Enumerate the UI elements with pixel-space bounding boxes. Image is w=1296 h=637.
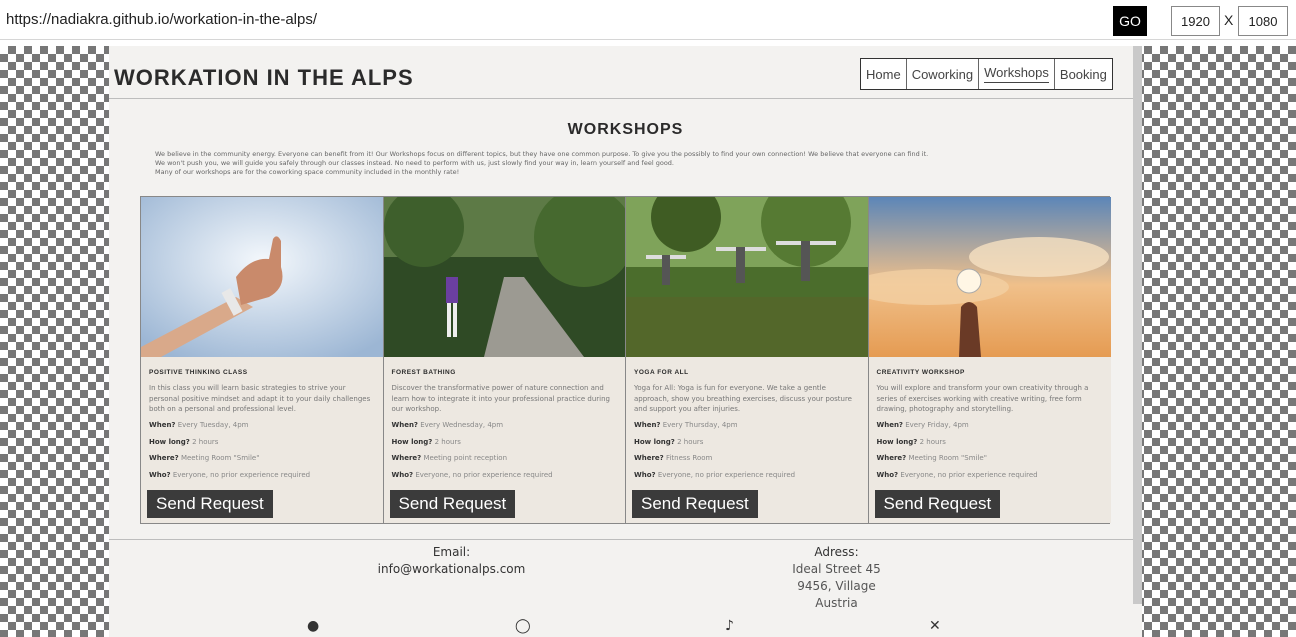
card-when: When? Every Wednesday, 4pm (391, 421, 504, 429)
card-who: Who? Everyone, no prior experience requi… (149, 470, 311, 479)
lightbulb-sky-photo (868, 197, 1111, 357)
card-howlong: How long? 2 hours (149, 437, 219, 446)
nav-coworking[interactable]: Coworking (907, 59, 980, 89)
card-title: CREATIVITY WORKSHOP (876, 369, 965, 376)
email-label: Email: (432, 545, 471, 559)
scrollbar[interactable] (1133, 46, 1142, 604)
nav-coworking-label: Coworking (911, 66, 974, 82)
workshop-card: CREATIVITY WORKSHOP You will explore and… (868, 197, 1111, 523)
send-request-button[interactable]: Send Request (632, 490, 758, 518)
site-header: WORKATION IN THE ALPS Home Coworking Wor… (109, 46, 1142, 99)
main-nav: Home Coworking Workshops Booking (860, 58, 1113, 90)
send-request-button[interactable]: Send Request (147, 490, 273, 518)
outdoor-yoga-photo (626, 197, 868, 357)
card-where: Where? Meeting point reception (391, 454, 508, 462)
nav-booking-label: Booking (1059, 66, 1107, 82)
card-description: Yoga for All: Yoga is fun for everyone. … (634, 384, 852, 413)
card-where: Where? Meeting Room "Smile" (876, 454, 987, 462)
card-who: Who? Everyone, no prior experience requi… (876, 470, 1038, 479)
card-description: Discover the transformative power of nat… (391, 384, 610, 413)
browser-toolbar: https://nadiakra.github.io/workation-in-… (0, 0, 1296, 40)
nav-booking[interactable]: Booking (1055, 59, 1112, 89)
thumbs-up-photo (141, 197, 383, 357)
url-field[interactable]: https://nadiakra.github.io/workation-in-… (6, 11, 317, 28)
card-when: When? Every Thursday, 4pm (634, 421, 738, 429)
nav-home[interactable]: Home (861, 59, 907, 89)
footer-address: Adress: Ideal Street 45 9456, Village Au… (749, 544, 924, 612)
email-link[interactable]: info@workationalps.com (329, 561, 574, 578)
site-footer: Email: info@workationalps.com Adress: Id… (109, 539, 1142, 637)
intro-line: We believe in the community energy. Ever… (155, 150, 929, 158)
workshop-card: POSITIVE THINKING CLASS In this class yo… (141, 197, 384, 523)
card-description: In this class you will learn basic strat… (149, 384, 371, 413)
card-where: Where? Fitness Room (634, 454, 713, 462)
card-description: You will explore and transform your own … (876, 384, 1089, 413)
card-title: POSITIVE THINKING CLASS (149, 369, 248, 376)
card-title: FOREST BATHING (391, 369, 456, 376)
go-button[interactable]: GO (1113, 6, 1147, 36)
facebook-icon[interactable]: ● (307, 618, 319, 634)
instagram-icon[interactable]: ◯ (515, 618, 531, 634)
nav-workshops[interactable]: Workshops (979, 59, 1055, 89)
dimension-separator: X (1224, 12, 1234, 28)
send-request-button[interactable]: Send Request (874, 490, 1001, 518)
workshop-grid: POSITIVE THINKING CLASS In this class yo… (140, 196, 1111, 524)
card-howlong: How long? 2 hours (634, 437, 704, 446)
intro-text: We believe in the community energy. Ever… (155, 150, 1105, 177)
intro-line: Many of our workshops are for the cowork… (155, 168, 460, 176)
address-label: Adress: (814, 545, 859, 559)
card-who: Who? Everyone, no prior experience requi… (391, 470, 553, 479)
workshop-card: YOGA FOR ALL Yoga for All: Yoga is fun f… (626, 197, 869, 523)
page-title: WORKSHOPS (567, 121, 684, 138)
card-howlong: How long? 2 hours (876, 437, 946, 446)
forest-path-photo (383, 197, 625, 357)
nav-workshops-label: Workshops (984, 65, 1049, 83)
height-input[interactable]: 1080 (1238, 6, 1288, 36)
nav-home-label: Home (866, 66, 901, 82)
card-where: Where? Meeting Room "Smile" (149, 454, 260, 462)
width-input[interactable]: 1920 (1171, 6, 1220, 36)
card-when: When? Every Friday, 4pm (876, 421, 969, 429)
card-when: When? Every Tuesday, 4pm (149, 421, 249, 429)
card-howlong: How long? 2 hours (391, 437, 461, 446)
intro-line: We won't push you, we will guide you saf… (155, 159, 674, 167)
address-line: Austria (815, 596, 858, 610)
card-who: Who? Everyone, no prior experience requi… (634, 470, 796, 479)
address-line: 9456, Village (797, 579, 876, 593)
workshop-card: FOREST BATHING Discover the transformati… (383, 197, 626, 523)
card-title: YOGA FOR ALL (634, 369, 689, 376)
site-logo[interactable]: WORKATION IN THE ALPS (114, 65, 414, 91)
footer-email: Email: info@workationalps.com (329, 544, 574, 578)
address-line: Ideal Street 45 (792, 562, 881, 576)
send-request-button[interactable]: Send Request (389, 490, 516, 518)
site-viewport: WORKATION IN THE ALPS Home Coworking Wor… (109, 46, 1142, 637)
tiktok-icon[interactable]: ♪ (725, 618, 734, 634)
x-icon[interactable]: ✕ (929, 618, 941, 634)
